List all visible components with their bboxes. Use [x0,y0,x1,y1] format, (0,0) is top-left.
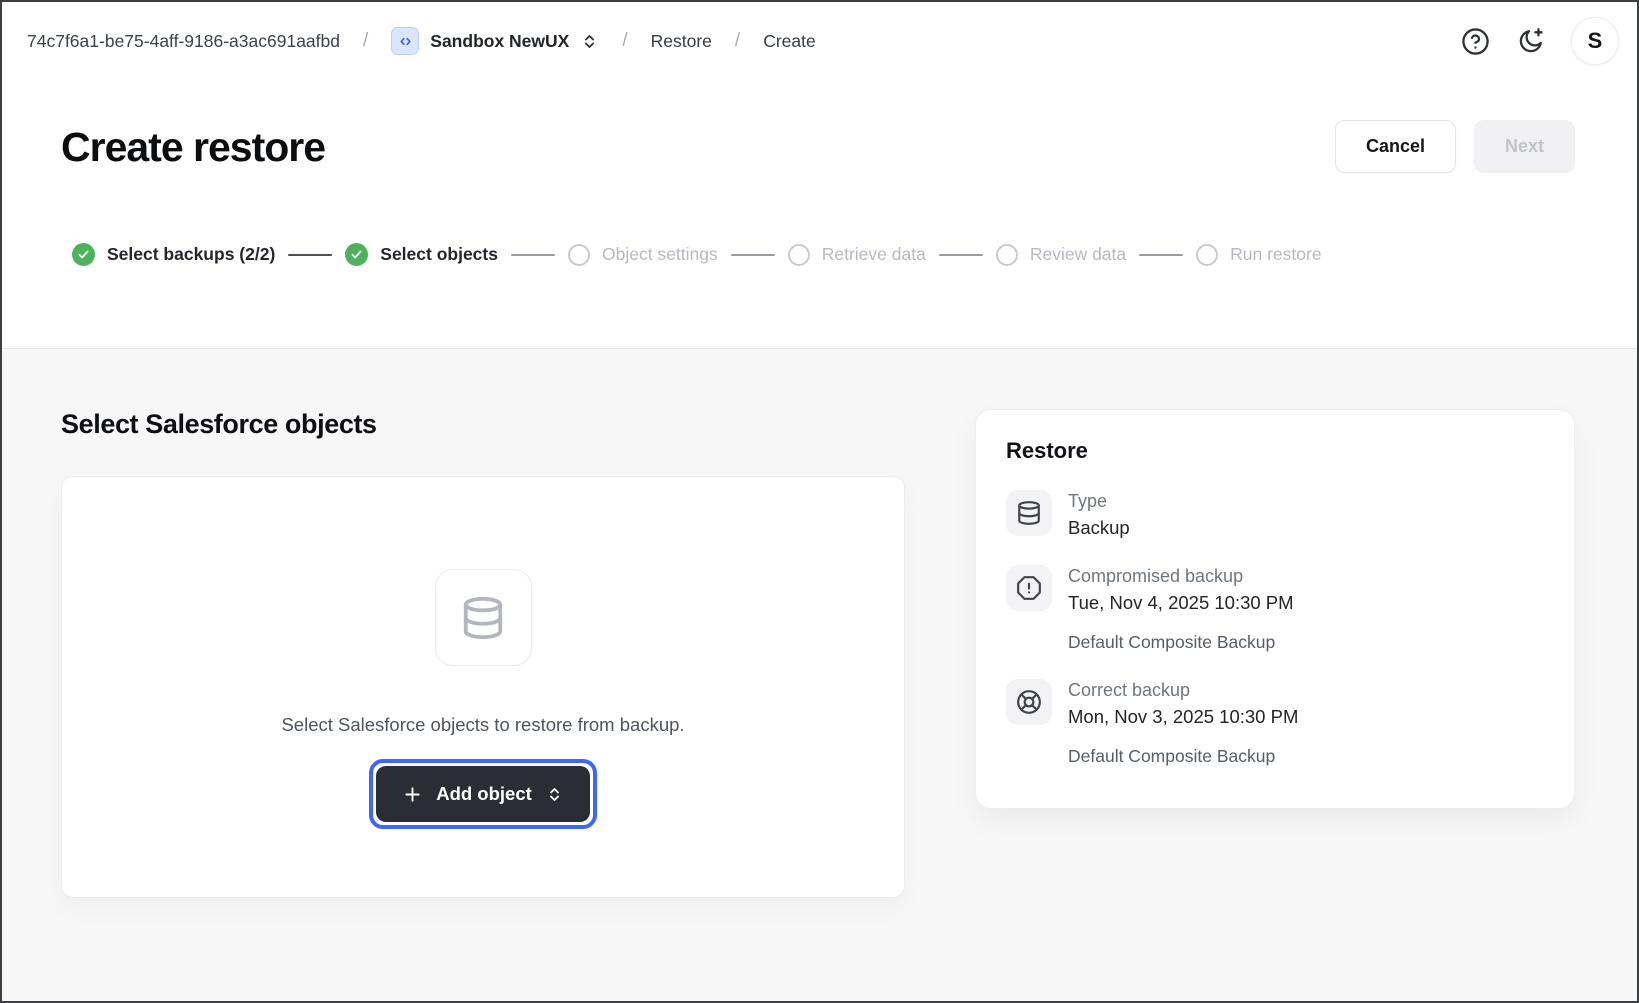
cancel-button[interactable]: Cancel [1335,120,1456,173]
summary-title: Restore [1006,438,1544,464]
summary-item-label: Compromised backup [1068,566,1294,587]
wizard-stepper: Select backups (2/2) Select objects Obje… [2,173,1637,266]
empty-circle-icon [788,244,810,266]
objects-section: Select Salesforce objects Select Salesfo… [61,409,905,898]
step-run-restore: Run restore [1196,244,1321,266]
header-actions: Cancel Next [1335,120,1575,173]
step-label: Review data [1030,244,1126,265]
empty-state-message: Select Salesforce objects to restore fro… [281,714,684,736]
step-connector [731,254,775,256]
summary-item-subtext: Default Composite Backup [1068,632,1544,653]
empty-circle-icon [568,244,590,266]
next-button[interactable]: Next [1474,120,1575,173]
plus-icon [402,784,423,805]
breadcrumb-org-id[interactable]: 74c7f6a1-be75-4aff-9186-a3ac691aafbd [27,31,340,52]
moon-plus-icon [1516,27,1545,56]
step-select-backups[interactable]: Select backups (2/2) [72,243,275,266]
summary-item-text: Type Backup [1068,490,1130,539]
unfold-chevrons-icon [545,785,564,804]
alert-octagon-icon [1006,565,1052,611]
step-label: Select backups (2/2) [107,244,275,265]
database-tile [435,569,532,666]
breadcrumb-separator: / [727,30,748,52]
step-connector [939,254,983,256]
summary-item-type: Type Backup [1006,490,1544,539]
database-icon [460,595,506,641]
step-object-settings: Object settings [568,244,718,266]
app-window: 74c7f6a1-be75-4aff-9186-a3ac691aafbd / S… [0,0,1639,1003]
step-review-data: Review data [996,244,1126,266]
add-object-button-label: Add object [436,783,532,805]
empty-circle-icon [1196,244,1218,266]
title-row: Create restore Cancel Next [2,80,1637,173]
check-circle-icon [345,243,368,266]
page-title: Create restore [61,121,325,173]
empty-circle-icon [996,244,1018,266]
step-label: Retrieve data [822,244,926,265]
step-label: Object settings [602,244,718,265]
check-circle-icon [72,243,95,266]
summary-item-label: Type [1068,491,1130,512]
summary-item-text: Correct backup Mon, Nov 3, 2025 10:30 PM [1068,679,1298,728]
add-object-focus-ring: Add object [369,759,597,829]
summary-item-value: Backup [1068,517,1130,539]
page-header: 74c7f6a1-be75-4aff-9186-a3ac691aafbd / S… [2,2,1637,349]
breadcrumb-restore[interactable]: Restore [651,31,712,52]
step-connector [288,254,332,256]
page-content: Select Salesforce objects Select Salesfo… [2,349,1637,1001]
breadcrumb: 74c7f6a1-be75-4aff-9186-a3ac691aafbd / S… [27,27,816,55]
step-connector [1139,254,1183,256]
breadcrumb-bar: 74c7f6a1-be75-4aff-9186-a3ac691aafbd / S… [2,2,1637,80]
life-buoy-icon [1006,679,1052,725]
theme-toggle-button[interactable] [1516,27,1545,56]
code-icon [391,27,419,55]
topbar-actions: S [1461,17,1619,65]
breadcrumb-separator: / [614,30,635,52]
step-retrieve-data: Retrieve data [788,244,926,266]
breadcrumb-separator: / [355,30,376,52]
section-title: Select Salesforce objects [61,409,905,440]
step-label: Run restore [1230,244,1321,265]
summary-item-subtext: Default Composite Backup [1068,746,1544,767]
summary-item-compromised-backup: Compromised backup Tue, Nov 4, 2025 10:3… [1006,565,1544,614]
environment-selector[interactable]: Sandbox NewUX [391,27,599,55]
summary-item-value: Mon, Nov 3, 2025 10:30 PM [1068,706,1298,728]
database-icon [1006,490,1052,536]
step-connector [511,254,555,256]
restore-summary-card: Restore Type Backup Compromised backup T… [975,409,1575,809]
summary-item-text: Compromised backup Tue, Nov 4, 2025 10:3… [1068,565,1294,614]
help-button[interactable] [1461,27,1490,56]
summary-item-label: Correct backup [1068,680,1298,701]
add-object-button[interactable]: Add object [376,766,590,822]
user-avatar[interactable]: S [1571,17,1619,65]
step-select-objects[interactable]: Select objects [345,243,498,266]
summary-item-value: Tue, Nov 4, 2025 10:30 PM [1068,592,1294,614]
step-label: Select objects [380,244,498,265]
unfold-chevrons-icon [580,32,599,51]
help-circle-icon [1461,27,1490,56]
objects-empty-state-card: Select Salesforce objects to restore fro… [61,476,905,898]
breadcrumb-create[interactable]: Create [763,31,816,52]
environment-name: Sandbox NewUX [430,31,569,52]
summary-item-correct-backup: Correct backup Mon, Nov 3, 2025 10:30 PM [1006,679,1544,728]
